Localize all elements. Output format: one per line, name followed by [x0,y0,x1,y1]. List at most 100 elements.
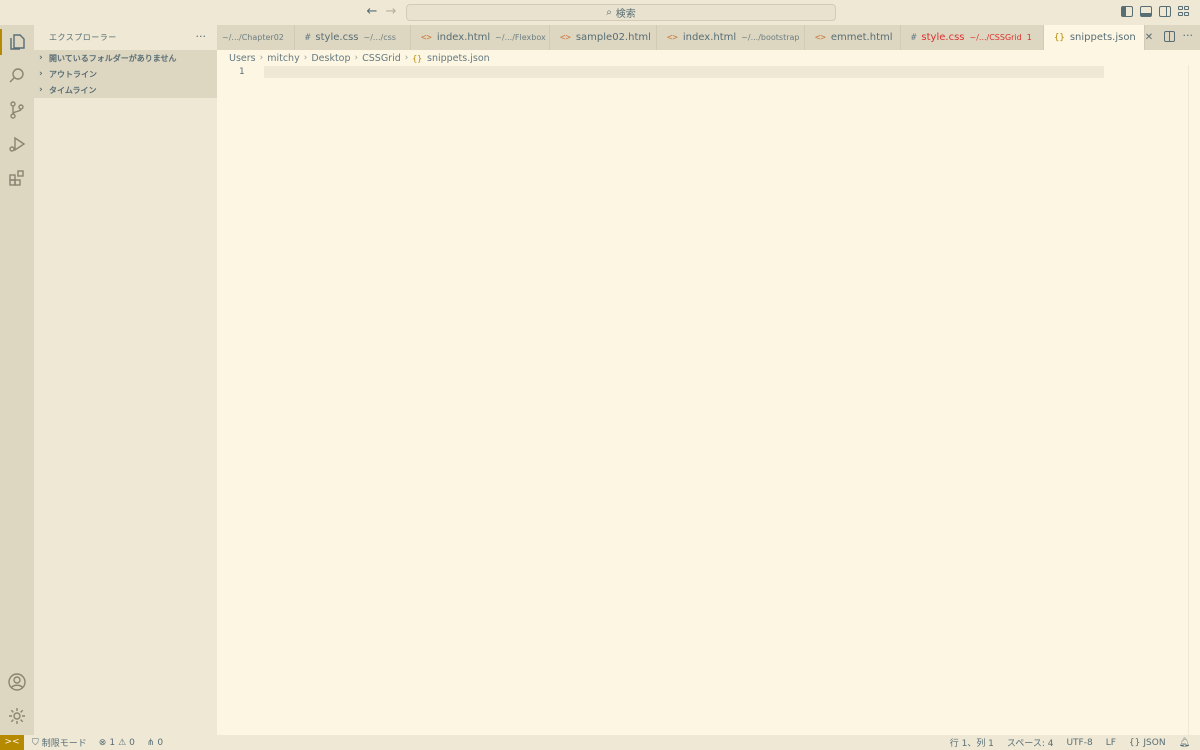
encoding-status[interactable]: UTF-8 [1066,738,1092,748]
remote-indicator-icon[interactable]: >< [0,735,24,750]
search-label: 検索 [615,9,636,20]
language-mode-status[interactable]: {} JSON [1129,738,1166,748]
tab-name: snippets.json [1069,32,1136,43]
active-indicator [0,29,2,55]
chevron-right-icon: › [259,53,264,63]
warning-count: 0 [129,737,135,748]
tab-description: ~/.../css [363,33,396,42]
broadcast-icon: ⋔ [146,737,155,748]
tab-description: ~/.../bootstrap [741,33,800,42]
tab-name: index.html [436,32,491,43]
tab-description: ~/.../Chapter02 [222,33,284,42]
more-actions-icon[interactable]: ··· [1183,29,1194,42]
section-label: 開いているフォルダーがありません [49,53,177,63]
search-icon: ⌕ [606,7,612,18]
editor-tabs: ~/.../Chapter02 # style.css ~/.../css <>… [217,25,1200,50]
line-number: 1 [239,67,245,77]
tab-name: style.css [315,32,359,43]
layout-controls [1121,6,1190,17]
gear-icon[interactable] [7,706,27,726]
breadcrumb-item[interactable]: Users [229,53,256,64]
tab-index-html-flexbox[interactable]: <> index.html ~/.../Flexbox [411,25,550,50]
tab-index-html-bootstrap[interactable]: <> index.html ~/.../bootstrap [657,25,805,50]
error-count: 1 [109,737,116,748]
search-icon[interactable] [7,66,27,86]
shield-icon: ⛉ [32,737,39,748]
css-file-icon: # [911,32,917,43]
tab-style-css[interactable]: # style.css ~/.../css [295,25,411,50]
ports-status[interactable]: ⋔ 0 [147,738,163,748]
cursor-position[interactable]: 行 1、列 1 [950,736,994,749]
html-file-icon: <> [560,32,571,43]
breadcrumb: Users › mitchy › Desktop › CSSGrid › {} … [229,51,490,65]
css-file-icon: # [305,32,311,43]
problem-count-badge: 1 [1026,33,1032,42]
html-file-icon: <> [667,32,678,43]
sidebar-title: エクスプローラー [49,33,117,42]
chevron-right-icon: › [354,53,359,63]
run-debug-icon[interactable] [7,134,27,154]
split-editor-icon[interactable] [1164,31,1175,42]
breadcrumb-item[interactable]: CSSGrid [362,53,401,64]
tab-style-css-cssgrid[interactable]: # style.css ~/.../CSSGrid 1 [901,25,1044,50]
title-bar: ← → ⌕ 検索 [0,0,1200,25]
restricted-mode-status[interactable]: ⛉ 制限モード [32,736,87,750]
section-open-folder[interactable]: › 開いているフォルダーがありません [34,50,217,66]
breadcrumb-item[interactable]: mitchy [267,53,300,64]
section-timeline[interactable]: › タイムライン [34,82,217,98]
warning-icon: ⚠ [118,737,127,748]
eol-status[interactable]: LF [1106,738,1116,748]
tab-name: emmet.html [830,32,893,43]
vertical-scrollbar[interactable] [1188,65,1200,735]
breadcrumb-item[interactable]: snippets.json [427,53,490,64]
problems-status[interactable]: ⊗ 1 ⚠ 0 [99,738,135,748]
ports-count: 0 [157,737,164,748]
braces-icon: {} [1128,737,1141,748]
json-file-icon: {} [1054,32,1065,43]
bell-icon[interactable]: 🔔︎ [1179,738,1190,748]
json-file-icon: {} [412,53,423,63]
tab-description: ~/.../Flexbox [495,33,546,42]
toggle-panel-icon[interactable] [1140,6,1152,17]
more-actions-icon[interactable]: ··· [196,30,207,43]
chevron-right-icon: › [39,85,43,95]
source-control-icon[interactable] [7,100,27,120]
html-file-icon: <> [421,32,432,43]
tab-name: index.html [682,32,737,43]
error-icon: ⊗ [98,737,107,748]
section-label: タイムライン [49,85,97,95]
chevron-right-icon: › [39,69,43,79]
chevron-right-icon: › [303,53,308,63]
close-icon[interactable]: ✕ [1145,32,1153,43]
tab-description: ~/.../CSSGrid [969,33,1022,42]
chevron-right-icon: › [39,53,43,63]
tab-sample02-html[interactable]: <> sample02.html [550,25,657,50]
language-label: JSON [1143,737,1166,748]
explorer-sidebar: エクスプローラー ··· › 開いているフォルダーがありません › アウトライン… [34,25,217,735]
arrow-left-icon[interactable]: ← [364,4,380,20]
account-icon[interactable] [7,672,27,692]
toggle-secondary-sidebar-icon[interactable] [1159,6,1171,17]
activity-bar [0,25,34,735]
tab-snippets-json[interactable]: {} snippets.json ✕ [1044,25,1153,50]
tab-emmet-html[interactable]: <> emmet.html [805,25,901,50]
html-file-icon: <> [815,32,826,43]
chevron-right-icon: › [404,53,409,63]
current-line-highlight [264,66,1104,78]
explorer-icon[interactable] [7,32,27,52]
arrow-right-icon[interactable]: → [383,4,399,20]
command-center-search[interactable]: ⌕ 検索 [406,4,836,21]
restricted-mode-label: 制限モード [41,739,87,749]
toggle-primary-sidebar-icon[interactable] [1121,6,1133,17]
tab-name: sample02.html [575,32,651,43]
status-bar: >< ⛉ 制限モード ⊗ 1 ⚠ 0 ⋔ 0 行 1、列 1 スペース: 4 U… [0,735,1200,750]
extensions-icon[interactable] [7,168,27,188]
breadcrumb-item[interactable]: Desktop [311,53,350,64]
section-label: アウトライン [49,69,97,79]
code-editor[interactable]: 1 [217,65,1200,735]
section-outline[interactable]: › アウトライン [34,66,217,82]
tab-chapter02[interactable]: ~/.../Chapter02 [217,25,295,50]
customize-layout-icon[interactable] [1178,6,1190,17]
indentation-status[interactable]: スペース: 4 [1007,736,1054,749]
tab-name: style.css [921,32,965,43]
